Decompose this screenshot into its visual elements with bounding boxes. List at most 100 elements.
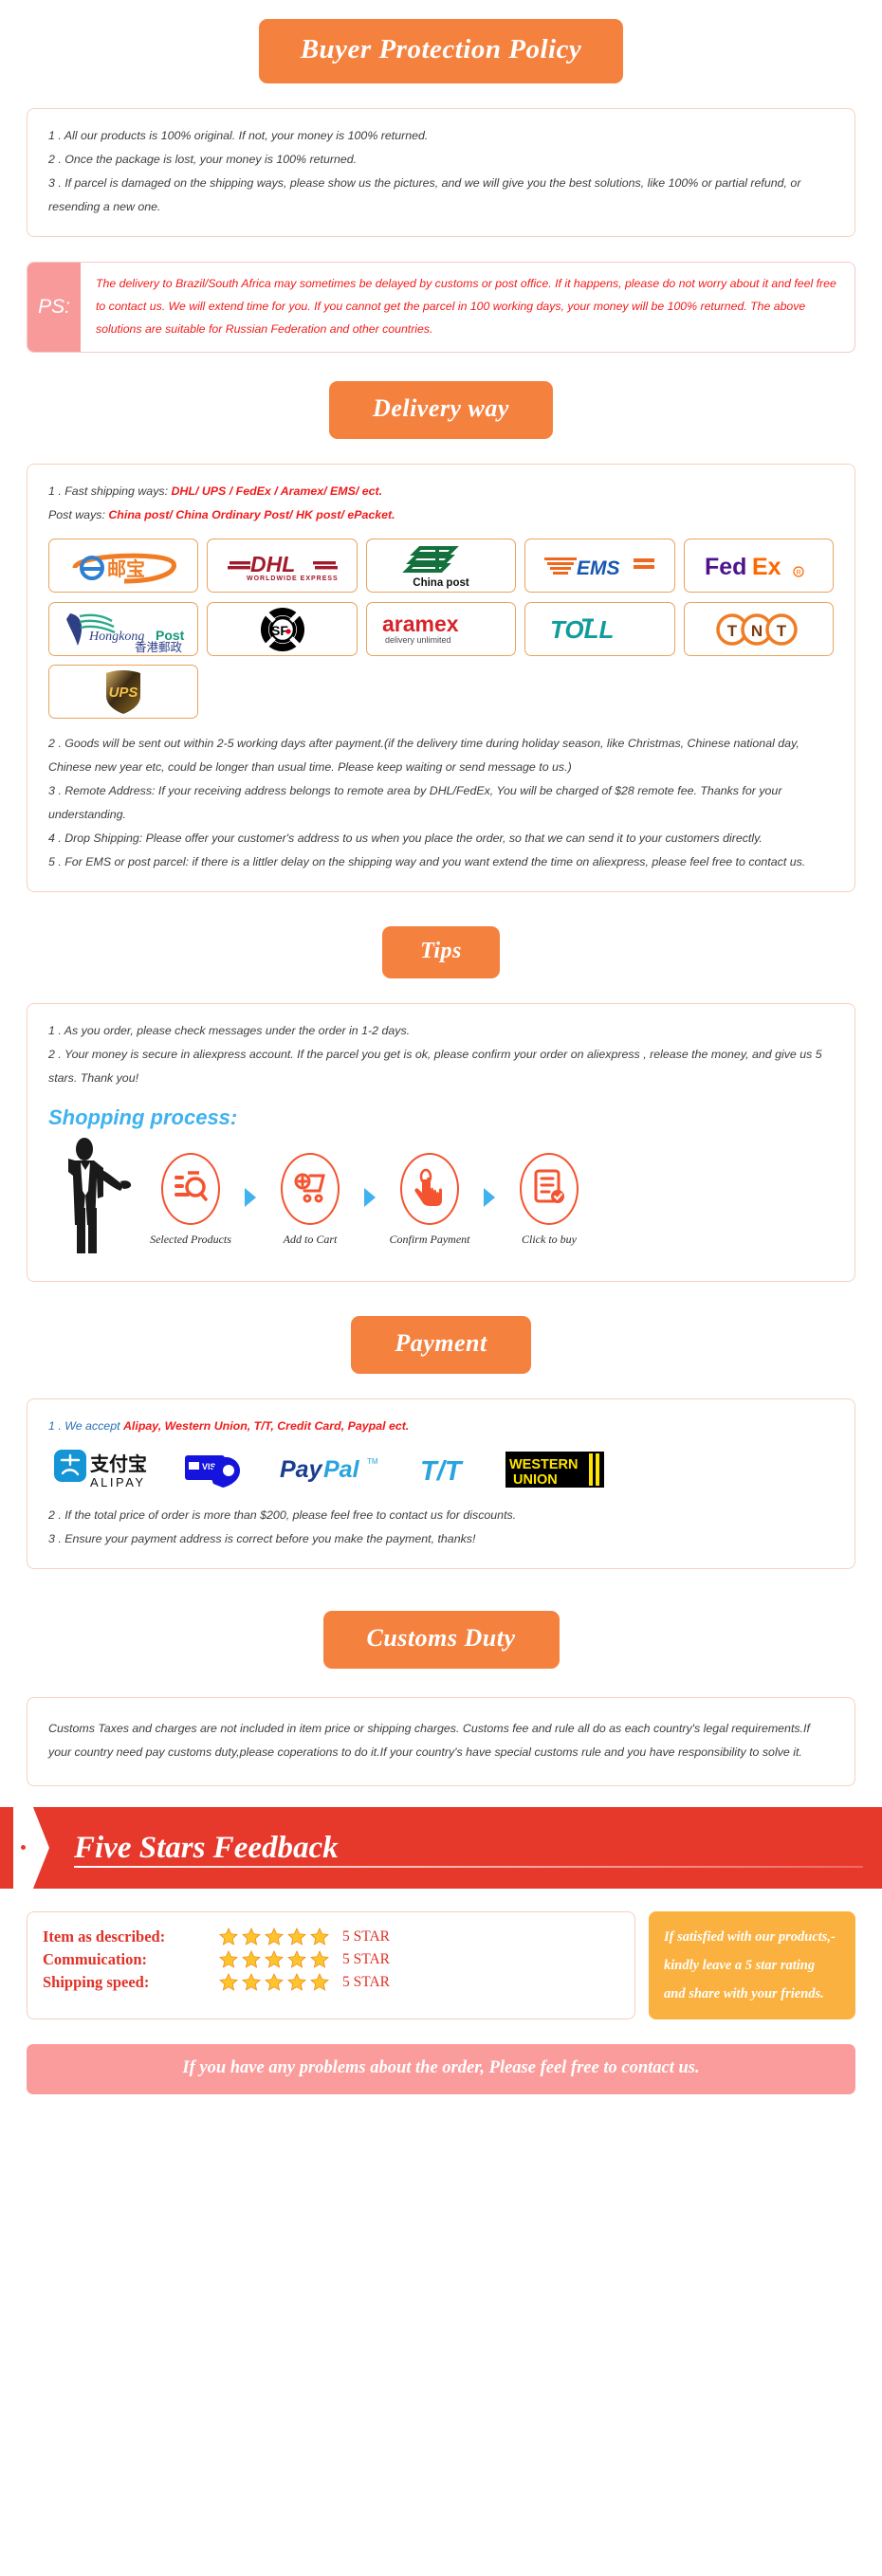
delivery-item-2: 2 . Goods will be sent out within 2-5 wo… bbox=[48, 737, 799, 774]
carrier-logo-grid-row2: Hongkong Post 香港郵政 SF aramex delivery un… bbox=[48, 602, 834, 719]
process-arrow-1 bbox=[240, 1187, 261, 1213]
document-check-icon bbox=[533, 1168, 565, 1211]
shopping-cart-icon bbox=[291, 1170, 329, 1209]
western-union-logo: WESTERN UNION bbox=[505, 1450, 604, 1494]
process-step-selected-products: Selected Products bbox=[145, 1153, 236, 1247]
feedback-stars-2 bbox=[219, 1950, 329, 1969]
process-step-3-label: Confirm Payment bbox=[389, 1233, 470, 1246]
customs-heading: Customs Duty bbox=[322, 1611, 560, 1669]
credit-card-logo: VISA bbox=[183, 1446, 253, 1498]
hand-click-icon bbox=[414, 1168, 445, 1211]
search-list-icon bbox=[173, 1169, 209, 1210]
buyer-protection-item-1: 1 . All our products is 100% original. I… bbox=[48, 129, 429, 142]
tips-heading: Tips bbox=[382, 926, 500, 978]
carrier-cell-tnt: T N T bbox=[683, 602, 834, 656]
buyer-protection-heading: Buyer Protection Policy bbox=[258, 19, 624, 83]
ps-label: PS: bbox=[28, 263, 81, 352]
product-policy-page: Buyer Protection Policy 1 . All our prod… bbox=[0, 0, 882, 2094]
delivery-fast-shipping-line: 1 . Fast shipping ways: DHL/ UPS / FedEx… bbox=[48, 480, 834, 503]
svg-text:TM: TM bbox=[367, 1457, 378, 1466]
feedback-label-1: Item as described: bbox=[43, 1927, 166, 1946]
svg-text:WORLDWIDE EXPRESS: WORLDWIDE EXPRESS bbox=[247, 575, 339, 582]
feedback-row-item-as-described: Item as described: 5 STAR bbox=[43, 1927, 619, 1946]
customs-card: Customs Taxes and charges are not includ… bbox=[27, 1697, 855, 1786]
process-arrow-2 bbox=[359, 1187, 380, 1213]
carrier-cell-hongkong-post: Hongkong Post 香港郵政 bbox=[48, 602, 199, 656]
paypal-logo: Pay Pal TM bbox=[278, 1451, 394, 1493]
banner-notch-shape bbox=[13, 1807, 49, 1889]
carrier-logo-grid-row1: 邮宝 DHL WORLDWIDE EXPRESS China post EMS … bbox=[48, 539, 834, 593]
delivery-card: 1 . Fast shipping ways: DHL/ UPS / FedEx… bbox=[27, 464, 855, 892]
feedback-value-1: 5 STAR bbox=[342, 1928, 391, 1945]
svg-text:ALIPAY: ALIPAY bbox=[90, 1475, 146, 1489]
delivery-item-5: 5 . For EMS or post parcel: if there is … bbox=[48, 855, 806, 868]
alipay-logo: 支付宝 ALIPAY bbox=[52, 1448, 158, 1496]
banner-underline bbox=[74, 1866, 863, 1868]
delivery-post-ways-carriers: China post/ China Ordinary Post/ HK post… bbox=[108, 508, 395, 521]
process-ring-2 bbox=[281, 1153, 340, 1225]
shopping-process-title: Shopping process: bbox=[48, 1105, 238, 1129]
epacket-logo: 邮宝 bbox=[67, 547, 179, 585]
feedback-row-communication: Commuication: 5 STAR bbox=[43, 1950, 619, 1969]
buyer-protection-item-2: 2 . Once the package is lost, your money… bbox=[48, 153, 358, 166]
carrier-cell-china-post: China post bbox=[365, 539, 517, 593]
delivery-post-ways-line: Post ways: China post/ China Ordinary Po… bbox=[48, 503, 834, 527]
ps-box: PS: The delivery to Brazil/South Africa … bbox=[27, 262, 855, 353]
feedback-section: Item as described: 5 STAR Commuication: bbox=[27, 1911, 855, 2019]
feedback-note-line-1: If satisfied with our products,- bbox=[664, 1929, 836, 1945]
tnt-logo: T N T bbox=[709, 611, 808, 649]
delivery-heading: Delivery way bbox=[329, 381, 553, 439]
feedback-stars-1 bbox=[219, 1927, 329, 1946]
svg-text:TOLL: TOLL bbox=[550, 615, 614, 644]
svg-text:delivery unlimited: delivery unlimited bbox=[385, 635, 451, 645]
tt-logo: T/T bbox=[418, 1452, 481, 1491]
svg-text:T: T bbox=[727, 622, 738, 640]
carrier-cell-epacket: 邮宝 bbox=[48, 539, 199, 593]
contact-bar: If you have any problems about the order… bbox=[27, 2044, 855, 2094]
sf-express-logo: SF bbox=[259, 606, 306, 653]
feedback-note: If satisfied with our products,- kindly … bbox=[649, 1911, 855, 2019]
payment-item-2: 2 . If the total price of order is more … bbox=[48, 1508, 517, 1522]
carrier-cell-toll: TOLL bbox=[524, 602, 675, 656]
svg-text:邮宝: 邮宝 bbox=[107, 557, 145, 580]
delivery-item-4: 4 . Drop Shipping: Please offer your cus… bbox=[48, 831, 763, 845]
china-post-logo: China post bbox=[388, 542, 494, 590]
svg-text:香港郵政: 香港郵政 bbox=[135, 640, 183, 653]
svg-text:WESTERN: WESTERN bbox=[509, 1457, 579, 1472]
carrier-cell-fedex: Fed Ex R bbox=[683, 539, 834, 593]
carrier-cell-sf-express: SF bbox=[207, 602, 358, 656]
svg-text:China post: China post bbox=[413, 577, 469, 589]
process-arrow-3 bbox=[479, 1187, 500, 1213]
feedback-row-shipping-speed: Shipping speed: 5 STAR bbox=[43, 1973, 619, 1992]
buyer-protection-card: 1 . All our products is 100% original. I… bbox=[27, 108, 855, 237]
svg-text:Ex: Ex bbox=[752, 554, 781, 580]
delivery-heading-wrap: Delivery way bbox=[0, 381, 882, 439]
payment-heading: Payment bbox=[351, 1316, 531, 1374]
svg-text:支付宝: 支付宝 bbox=[90, 1452, 147, 1475]
delivery-fast-shipping-carriers: DHL/ UPS / FedEx / Aramex/ EMS/ ect. bbox=[171, 484, 383, 498]
process-step-1-label: Selected Products bbox=[150, 1233, 231, 1246]
shopping-process-flow: Selected Products Add to Cart Confirm Pa… bbox=[48, 1136, 834, 1264]
process-step-add-to-cart: Add to Cart bbox=[265, 1153, 356, 1247]
payment-logo-row: 支付宝 ALIPAY VISA Pay Pal TM T/T WESTERN U… bbox=[48, 1438, 834, 1504]
tips-item-1: 1 . As you order, please check messages … bbox=[48, 1024, 411, 1037]
feedback-value-2: 5 STAR bbox=[342, 1951, 391, 1967]
buyer-protection-heading-wrap: Buyer Protection Policy bbox=[0, 19, 882, 83]
feedback-value-3: 5 STAR bbox=[342, 1974, 391, 1990]
svg-text:R: R bbox=[796, 570, 800, 576]
customs-text: Customs Taxes and charges are not includ… bbox=[48, 1722, 810, 1759]
svg-text:aramex: aramex bbox=[382, 612, 459, 636]
feedback-label-2: Commuication: bbox=[43, 1950, 147, 1968]
carrier-cell-ups: UPS bbox=[48, 665, 199, 719]
payment-item-3: 3 . Ensure your payment address is corre… bbox=[48, 1532, 476, 1545]
delivery-fast-shipping-prefix: 1 . Fast shipping ways: bbox=[48, 484, 172, 498]
svg-text:Fed: Fed bbox=[705, 554, 746, 580]
ps-text: The delivery to Brazil/South Africa may … bbox=[96, 277, 836, 336]
tips-item-2: 2 . Your money is secure in aliexpress a… bbox=[48, 1048, 822, 1085]
five-stars-banner-title: Five Stars Feedback bbox=[74, 1830, 339, 1865]
payment-accepted-prefix: 1 . We accept bbox=[48, 1419, 123, 1433]
payment-accepted-line: 1 . We accept Alipay, Western Union, T/T… bbox=[48, 1415, 834, 1438]
svg-text:T: T bbox=[777, 622, 787, 640]
payment-card: 1 . We accept Alipay, Western Union, T/T… bbox=[27, 1398, 855, 1569]
process-step-confirm-payment: Confirm Payment bbox=[384, 1153, 475, 1247]
